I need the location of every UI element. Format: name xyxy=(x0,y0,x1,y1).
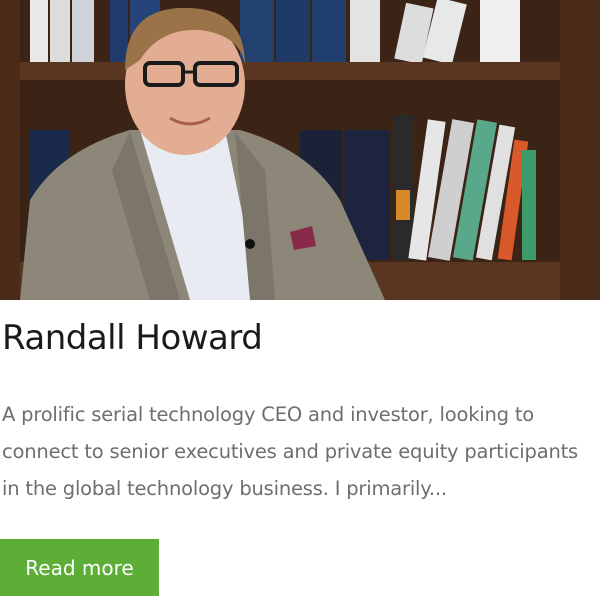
profile-card: Randall Howard A prolific serial technol… xyxy=(0,0,600,598)
profile-bio: A prolific serial technology CEO and inv… xyxy=(2,403,579,500)
profile-name: Randall Howard xyxy=(2,318,263,358)
profile-photo xyxy=(0,0,600,300)
read-more-button[interactable]: Read more xyxy=(0,539,159,596)
